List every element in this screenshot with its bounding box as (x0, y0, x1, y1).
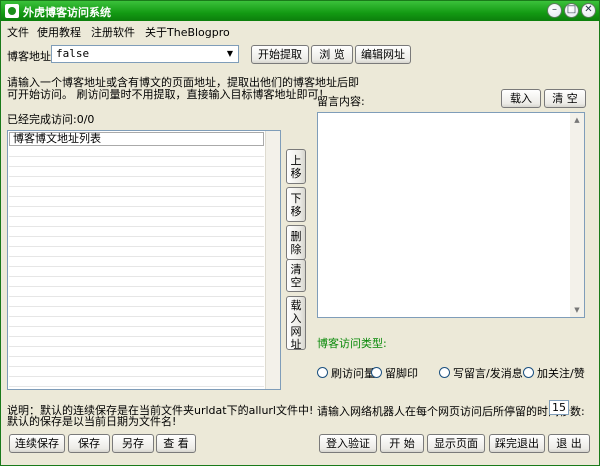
login-verify-button[interactable]: 登入验证 (319, 434, 377, 453)
title-bar[interactable]: 外虎博客访问系统 – □ ✕ (1, 1, 599, 21)
save-button[interactable]: 保存 (68, 434, 110, 453)
blog-url-label: 博客地址: (7, 50, 55, 63)
dropdown-arrow-icon[interactable]: ▼ (223, 47, 237, 61)
view-button[interactable]: 查 看 (156, 434, 196, 453)
show-page-button[interactable]: 显示页面 (427, 434, 485, 453)
message-scrollbar[interactable]: ▲ ▼ (570, 113, 584, 317)
instruction-line-2: 可开始访问。 刷访问量时不用提取，直接输入目标博客地址即可！ (7, 88, 330, 101)
app-window: 外虎博客访问系统 – □ ✕ 文件 使用教程 注册软件 关于TheBlogpro… (0, 0, 600, 466)
start-button[interactable]: 开 始 (380, 434, 424, 453)
restore-button[interactable]: □ (564, 3, 579, 18)
load-message-button[interactable]: 载入 (501, 89, 541, 108)
dwell-seconds-input[interactable]: 15 (549, 400, 569, 415)
window-title: 外虎博客访问系统 (23, 6, 111, 19)
continuous-save-button[interactable]: 连续保存 (9, 434, 65, 453)
radio-leave-footprint[interactable]: 留脚印 (371, 365, 418, 381)
move-down-button[interactable]: 下移 (286, 187, 306, 222)
url-list[interactable]: 博客博文地址列表 (7, 130, 281, 390)
app-icon (5, 4, 19, 18)
radio-write-message[interactable]: 写留言/发消息 (439, 365, 523, 381)
menu-bar: 文件 使用教程 注册软件 关于TheBlogpro (1, 22, 599, 40)
clear-list-button[interactable]: 清空 (286, 259, 306, 292)
menu-file[interactable]: 文件 (7, 24, 29, 40)
clear-message-button[interactable]: 清 空 (544, 89, 586, 108)
url-list-rows (9, 147, 264, 388)
url-list-header[interactable]: 博客博文地址列表 (9, 132, 264, 146)
message-content-label: 留言内容: (317, 95, 365, 108)
dwell-time-label: 请输入网络机器人在每个网页访问后所停留的时间秒数: (317, 405, 585, 418)
menu-register[interactable]: 注册软件 (91, 24, 135, 40)
radio-circle-icon (439, 367, 450, 378)
minimize-button[interactable]: – (547, 3, 562, 18)
menu-tutorial[interactable]: 使用教程 (37, 24, 81, 40)
delete-button[interactable]: 删除 (286, 225, 306, 260)
exit-button[interactable]: 退 出 (548, 434, 590, 453)
radio-circle-icon (317, 367, 328, 378)
url-list-scrollbar[interactable] (265, 131, 280, 389)
visited-count-value: 0/0 (76, 113, 95, 126)
move-up-button[interactable]: 上移 (286, 149, 306, 184)
visit-type-label: 博客访问类型: (317, 337, 387, 350)
start-extract-button[interactable]: 开始提取 (251, 45, 309, 64)
radio-follow-like[interactable]: 加关注/赞 (523, 365, 585, 381)
note-line-2: 默认的保存是以当前日期为文件名! (7, 415, 177, 428)
edit-url-button[interactable]: 编辑网址 (355, 45, 411, 64)
radio-circle-icon (371, 367, 382, 378)
blog-url-value: false (56, 47, 90, 60)
save-as-button[interactable]: 另存 (112, 434, 154, 453)
visited-count-label: 已经完成访问:0/0 (7, 111, 94, 127)
blog-url-combobox[interactable]: false ▼ (51, 45, 239, 63)
load-url-button[interactable]: 载入网址 (286, 296, 306, 351)
visited-label-text: 已经完成访问: (7, 113, 77, 126)
pause-exit-button[interactable]: 踩完退出 (489, 434, 545, 453)
close-button[interactable]: ✕ (581, 3, 596, 18)
scroll-down-arrow-icon[interactable]: ▼ (570, 303, 584, 317)
menu-about[interactable]: 关于TheBlogpro (145, 24, 230, 40)
radio-circle-icon (523, 367, 534, 378)
scroll-up-arrow-icon[interactable]: ▲ (570, 113, 584, 127)
message-content-textarea[interactable]: ▲ ▼ (317, 112, 585, 318)
browse-button[interactable]: 浏 览 (311, 45, 353, 64)
radio-refresh-visits[interactable]: 刷访问量 (317, 365, 375, 381)
